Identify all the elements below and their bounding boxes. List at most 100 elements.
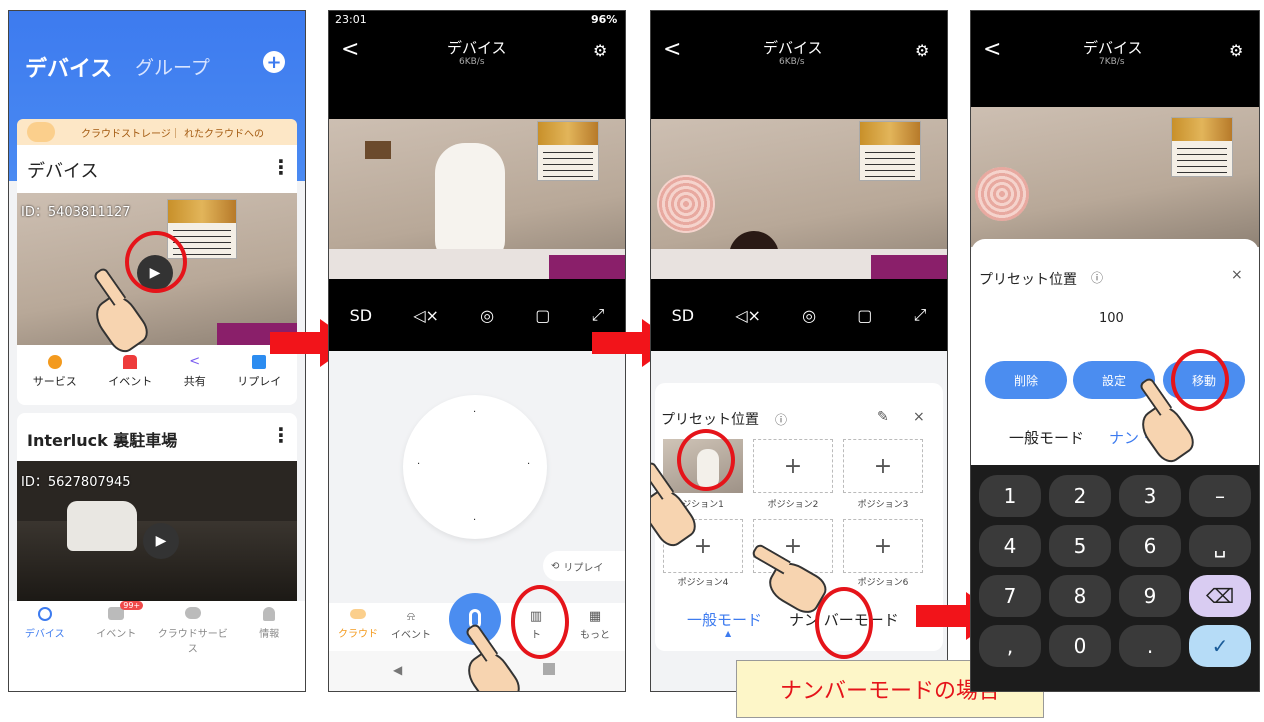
key-8[interactable]: 8 <box>1049 575 1111 617</box>
backspace-key[interactable]: ⌫ <box>1189 575 1251 617</box>
keypad-keys: 1 2 3– 4 5 6 ␣ 7 8 9 ⌫, 0. ✓ <box>971 465 1259 691</box>
number-value[interactable]: 100 <box>1099 311 1124 326</box>
device-card-2: Interluck 裏駐車場 ⋮ ID：5627807945 ▶ <box>17 413 297 601</box>
back-icon[interactable]: < <box>983 37 1001 62</box>
key-minus[interactable]: – <box>1189 475 1251 517</box>
fullscreen-icon[interactable]: ⤢ <box>914 305 927 325</box>
sd-icon[interactable]: SD <box>672 306 694 325</box>
action-event[interactable]: イベント <box>108 353 152 403</box>
nav-recent-icon[interactable] <box>543 663 555 675</box>
confirm-key[interactable]: ✓ <box>1189 625 1251 667</box>
bottom-nav: デバイス 99+ イベント クラウドサービス 情報 <box>9 601 305 657</box>
highlight-play <box>125 231 187 293</box>
key-4[interactable]: 4 <box>979 525 1041 567</box>
mute-icon[interactable]: ◁× <box>413 306 439 325</box>
highlight-slot-1 <box>677 429 735 491</box>
cloud-icon <box>27 122 55 142</box>
action-service[interactable]: サービス <box>33 353 77 403</box>
page-title: デバイス <box>1083 39 1143 57</box>
key-9[interactable]: 9 <box>1119 575 1181 617</box>
action-share[interactable]: < 共有 <box>184 353 206 403</box>
add-icon[interactable]: + <box>263 51 285 73</box>
key-1[interactable]: 1 <box>979 475 1041 517</box>
snapshot-icon[interactable]: ◎ <box>480 306 494 325</box>
replay-icon <box>252 355 267 369</box>
mode-general-tab[interactable]: 一般モード <box>687 609 762 630</box>
preset-slot-3[interactable]: + <box>843 439 923 493</box>
settings-icon[interactable]: ⚙ <box>1229 41 1243 60</box>
page-title: デバイス <box>763 39 823 57</box>
fullscreen-icon[interactable]: ⤢ <box>592 305 605 325</box>
nav-devices[interactable]: デバイス <box>15 607 75 640</box>
help-icon[interactable]: ⓘ <box>775 411 787 428</box>
camera-id-2: ID：5627807945 <box>21 475 131 490</box>
preset-slot-2[interactable]: + <box>753 439 833 493</box>
speed-label: 7KB/s <box>1099 57 1125 67</box>
preset-label-6: ポジション6 <box>857 578 909 588</box>
key-2[interactable]: 2 <box>1049 475 1111 517</box>
tab-groups[interactable]: グループ <box>135 53 210 80</box>
replay-icon: ⟲ <box>551 560 560 572</box>
record-icon[interactable]: ▢ <box>535 306 550 325</box>
replay-button[interactable]: ⟲ リプレイ <box>543 551 625 581</box>
preset-label-3: ポジション3 <box>857 500 909 510</box>
edit-icon[interactable]: ✎ <box>877 409 889 425</box>
key-comma[interactable]: , <box>979 625 1041 667</box>
mode-general-tab[interactable]: 一般モード <box>1009 427 1084 448</box>
grid-icon: ▦ <box>588 609 602 624</box>
nav-more[interactable]: ▦ もっと <box>567 609 623 641</box>
key-3[interactable]: 3 <box>1119 475 1181 517</box>
preset-slot-6[interactable]: + <box>843 519 923 573</box>
key-0[interactable]: 0 <box>1049 625 1111 667</box>
action-replay[interactable]: リプレイ <box>237 353 281 403</box>
active-tab-indicator: ▲ <box>725 629 732 638</box>
close-icon[interactable]: × <box>1231 267 1243 283</box>
nav-info[interactable]: 情報 <box>239 607 299 640</box>
key-space[interactable]: ␣ <box>1189 525 1251 567</box>
nav-cloud[interactable]: クラウドサービス <box>158 607 228 655</box>
caption-text: ナンバーモードの場合 <box>779 679 1000 704</box>
card-actions: サービス イベント < 共有 リプレイ <box>17 353 297 403</box>
speed-label: 6KB/s <box>459 57 485 67</box>
key-5[interactable]: 5 <box>1049 525 1111 567</box>
help-icon[interactable]: ⓘ <box>1091 269 1103 286</box>
key-7[interactable]: 7 <box>979 575 1041 617</box>
snapshot-icon[interactable]: ◎ <box>802 306 816 325</box>
nav-cloud[interactable]: クラウド <box>333 609 383 640</box>
nav-event[interactable]: ⍾ イベント <box>383 609 439 641</box>
share-icon: < <box>189 354 201 369</box>
live-video[interactable] <box>651 119 947 279</box>
play-button-2[interactable]: ▶ <box>143 523 179 559</box>
settings-icon[interactable]: ⚙ <box>915 41 929 60</box>
sd-icon[interactable]: SD <box>350 306 372 325</box>
mute-icon[interactable]: ◁× <box>735 306 761 325</box>
tab-devices[interactable]: デバイス <box>25 51 112 83</box>
live-video[interactable] <box>971 107 1259 247</box>
panel-preset-grid: < デバイス 6KB/s ⚙ SD ◁× ◎ ▢ ⤢ プリセット位置 ⓘ ✎ ×… <box>650 10 948 692</box>
more-icon[interactable]: ⋮ <box>271 155 291 179</box>
nav-back-icon[interactable]: ◀ <box>393 663 402 677</box>
video-controls: SD ◁× ◎ ▢ ⤢ <box>329 279 625 351</box>
more-icon-2[interactable]: ⋮ <box>271 423 291 447</box>
panel-number-mode: < デバイス 7KB/s ⚙ プリセット位置 ⓘ × 100 削除 設定 移動 … <box>970 10 1260 692</box>
highlight-move <box>1171 349 1229 411</box>
status-time: 23:01 <box>335 13 367 26</box>
key-period[interactable]: . <box>1119 625 1181 667</box>
nav-events[interactable]: 99+ イベント <box>86 601 146 640</box>
video-controls: SD ◁× ◎ ▢ ⤢ <box>651 279 947 351</box>
live-video[interactable] <box>329 119 625 279</box>
settings-icon[interactable]: ⚙ <box>593 41 607 60</box>
highlight-map <box>511 585 569 659</box>
alarm-icon <box>123 355 138 369</box>
camera-thumbnail-2[interactable]: ID：5627807945 ▶ <box>17 461 297 601</box>
back-icon[interactable]: < <box>663 37 681 62</box>
close-icon[interactable]: × <box>913 409 925 425</box>
delete-button[interactable]: 削除 <box>985 361 1067 399</box>
back-icon[interactable]: < <box>341 37 359 62</box>
record-icon[interactable]: ▢ <box>857 306 872 325</box>
card-title: デバイス <box>27 161 99 182</box>
key-6[interactable]: 6 <box>1119 525 1181 567</box>
cloud-banner[interactable]: クラウドストレージ｜ れたクラウドへの <box>17 119 297 145</box>
ptz-joystick[interactable]: · · · · <box>403 395 547 539</box>
preset-title: プリセット位置 <box>661 412 759 428</box>
